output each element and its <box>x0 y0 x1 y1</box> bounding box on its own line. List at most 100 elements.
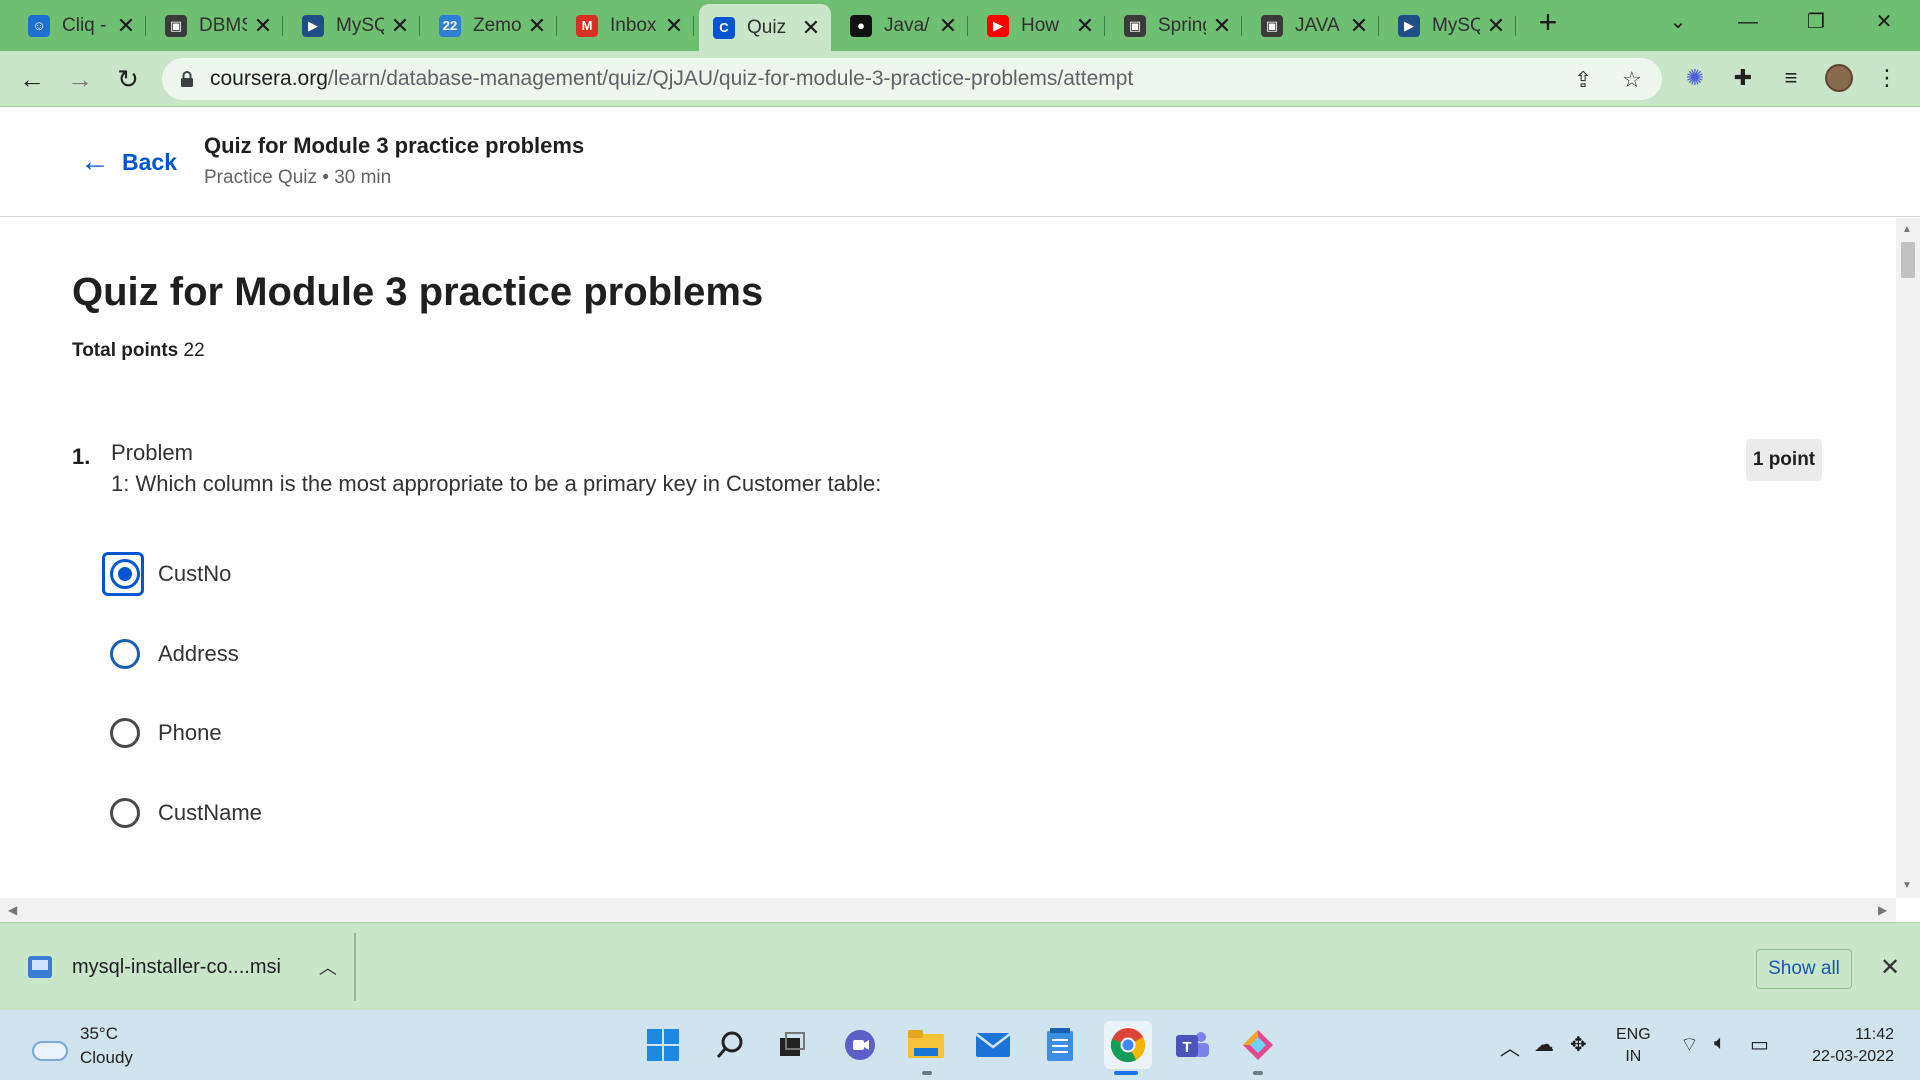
chat-icon[interactable] <box>840 1025 880 1065</box>
tab-2[interactable]: ▶ MySQL ✕ <box>288 6 420 45</box>
close-window-button[interactable]: ✕ <box>1864 6 1904 38</box>
radio-icon[interactable] <box>110 718 140 748</box>
close-tab-icon[interactable]: ✕ <box>664 14 684 36</box>
answer-option-custname[interactable]: CustName <box>104 791 262 835</box>
restore-button[interactable]: ❐ <box>1796 6 1836 38</box>
option-label: Phone <box>158 720 222 745</box>
close-tab-icon[interactable]: ✕ <box>527 14 547 36</box>
back-link[interactable]: ← Back <box>80 145 177 179</box>
weather-widget[interactable]: 35°C Cloudy <box>28 1022 133 1070</box>
cloud-icon <box>28 1033 68 1061</box>
calendar-icon: 22 <box>439 14 461 37</box>
close-tab-icon[interactable]: ✕ <box>1349 14 1369 36</box>
close-tab-icon[interactable]: ✕ <box>390 14 410 36</box>
new-tab-button[interactable]: + <box>1536 6 1560 38</box>
close-tab-icon[interactable]: ✕ <box>1212 14 1232 36</box>
lang-top: ENG <box>1616 1026 1651 1043</box>
media-control-icon[interactable]: ≡ <box>1774 61 1808 95</box>
tab-4[interactable]: M Inbox ✕ <box>562 6 694 45</box>
battery-icon[interactable]: ▭ <box>1750 1032 1769 1057</box>
close-tab-icon[interactable]: ✕ <box>253 14 273 36</box>
scroll-right-icon[interactable]: ▶ <box>1878 903 1887 917</box>
tab-9[interactable]: ▣ JAVA ✕ <box>1247 6 1379 45</box>
scroll-up-icon[interactable]: ▲ <box>1902 224 1912 235</box>
volume-icon[interactable]: 🔈︎ <box>1714 1032 1726 1055</box>
horizontal-scrollbar[interactable]: ◀ ▶ <box>0 898 1896 922</box>
notepad-icon[interactable] <box>1040 1025 1080 1065</box>
extensions-puzzle-icon[interactable]: ✚ <box>1726 61 1760 95</box>
scroll-left-icon[interactable]: ◀ <box>8 903 17 917</box>
mail-icon[interactable] <box>973 1025 1013 1065</box>
clock[interactable]: 11:42 22-03-2022 <box>1794 1024 1894 1068</box>
menu-kebab-icon[interactable]: ⋮ <box>1870 61 1904 95</box>
question-number: 1. <box>72 444 91 469</box>
answer-option-address[interactable]: Address <box>104 632 239 676</box>
bookmark-star-icon[interactable]: ☆ <box>1622 67 1642 93</box>
close-tab-icon[interactable]: ✕ <box>116 14 136 36</box>
tab-title: MySQL <box>336 14 384 36</box>
wifi-icon[interactable]: ⌔ <box>1680 1032 1699 1057</box>
tab-0[interactable]: ☺ Cliq - ✕ <box>14 6 146 45</box>
answer-option-phone[interactable]: Phone <box>104 711 222 755</box>
radio-icon[interactable] <box>110 639 140 669</box>
close-tab-icon[interactable]: ✕ <box>938 14 958 36</box>
language-indicator[interactable]: ENG IN <box>1616 1024 1651 1068</box>
lang-bottom: IN <box>1625 1048 1642 1065</box>
profile-avatar[interactable] <box>1822 61 1856 95</box>
installer-file-icon <box>28 956 52 978</box>
file-explorer-icon[interactable] <box>906 1025 946 1065</box>
tab-1[interactable]: ▣ DBMS ✕ <box>151 6 283 45</box>
active-indicator <box>1114 1071 1138 1075</box>
url-text: coursera.org/learn/database-management/q… <box>210 67 1134 90</box>
close-tab-icon[interactable]: ✕ <box>1486 14 1506 36</box>
coursera-icon: C <box>713 16 735 39</box>
radio-selected-icon[interactable] <box>110 559 140 589</box>
weather-desc: Cloudy <box>80 1048 133 1067</box>
chrome-icon[interactable] <box>1104 1021 1152 1069</box>
teams-icon[interactable]: T <box>1172 1025 1212 1065</box>
tab-title: Spring <box>1158 14 1206 36</box>
extension-gear-icon[interactable]: ✺ <box>1678 61 1712 95</box>
tab-separator <box>1515 16 1516 36</box>
close-icon[interactable]: ✕ <box>1880 953 1900 982</box>
date: 22-03-2022 <box>1812 1048 1894 1065</box>
tab-title: Quiz <box>747 16 787 38</box>
tab-6[interactable]: ● Java/ ✕ <box>836 6 968 45</box>
share-icon[interactable]: ⇪ <box>1574 67 1592 93</box>
reload-icon[interactable]: ↻ <box>110 61 146 97</box>
download-item[interactable]: mysql-installer-co....msi ︿ <box>28 947 337 987</box>
github-icon: ● <box>850 14 872 37</box>
scroll-down-icon[interactable]: ▼ <box>1902 880 1912 891</box>
tab-3[interactable]: 22 Zemos ✕ <box>425 6 557 45</box>
close-tab-icon[interactable]: ✕ <box>1075 14 1095 36</box>
task-view-icon[interactable] <box>772 1025 812 1065</box>
address-bar[interactable]: coursera.org/learn/database-management/q… <box>162 58 1662 100</box>
show-all-button[interactable]: Show all <box>1756 949 1852 989</box>
search-icon[interactable] <box>710 1025 750 1065</box>
tab-8[interactable]: ▣ Spring ✕ <box>1110 6 1242 45</box>
tab-7[interactable]: ▶ How ✕ <box>973 6 1105 45</box>
dropbox-icon[interactable]: ✥ <box>1570 1032 1587 1057</box>
close-tab-icon[interactable]: ✕ <box>801 16 821 38</box>
radio-icon[interactable] <box>110 798 140 828</box>
chevron-up-icon[interactable]: ︿ <box>1500 1032 1520 1061</box>
taskbar: 35°C Cloudy T ︿ ☁ ✥ ENG IN ⌔ 🔈︎ ▭ 11:42 … <box>0 1010 1920 1080</box>
tab-5[interactable]: C Quiz ✕ <box>699 4 831 51</box>
scrollbar-thumb[interactable] <box>1901 242 1915 278</box>
back-arrow-icon[interactable]: ← <box>14 61 50 97</box>
tab-10[interactable]: ▶ MySQL ✕ <box>1384 6 1516 45</box>
tab-separator <box>1378 16 1379 36</box>
browser-toolbar: ← → ↻ coursera.org/learn/database-manage… <box>0 51 1920 107</box>
minimize-button[interactable]: — <box>1728 6 1768 38</box>
tab-search-chevron-icon[interactable]: ⌄ <box>1658 6 1698 38</box>
youtube-icon: ▶ <box>987 14 1009 37</box>
lock-icon[interactable] <box>180 71 194 87</box>
snipping-tool-icon[interactable] <box>1238 1025 1278 1065</box>
answer-option-custno[interactable]: CustNo <box>102 552 231 596</box>
start-windows-icon[interactable] <box>643 1025 683 1065</box>
onedrive-cloud-icon[interactable]: ☁ <box>1534 1032 1554 1057</box>
divider <box>354 933 356 1001</box>
chevron-up-icon[interactable]: ︿ <box>319 954 337 980</box>
vertical-scrollbar[interactable]: ▲ ▼ <box>1896 218 1920 898</box>
forward-arrow-icon[interactable]: → <box>62 61 98 97</box>
